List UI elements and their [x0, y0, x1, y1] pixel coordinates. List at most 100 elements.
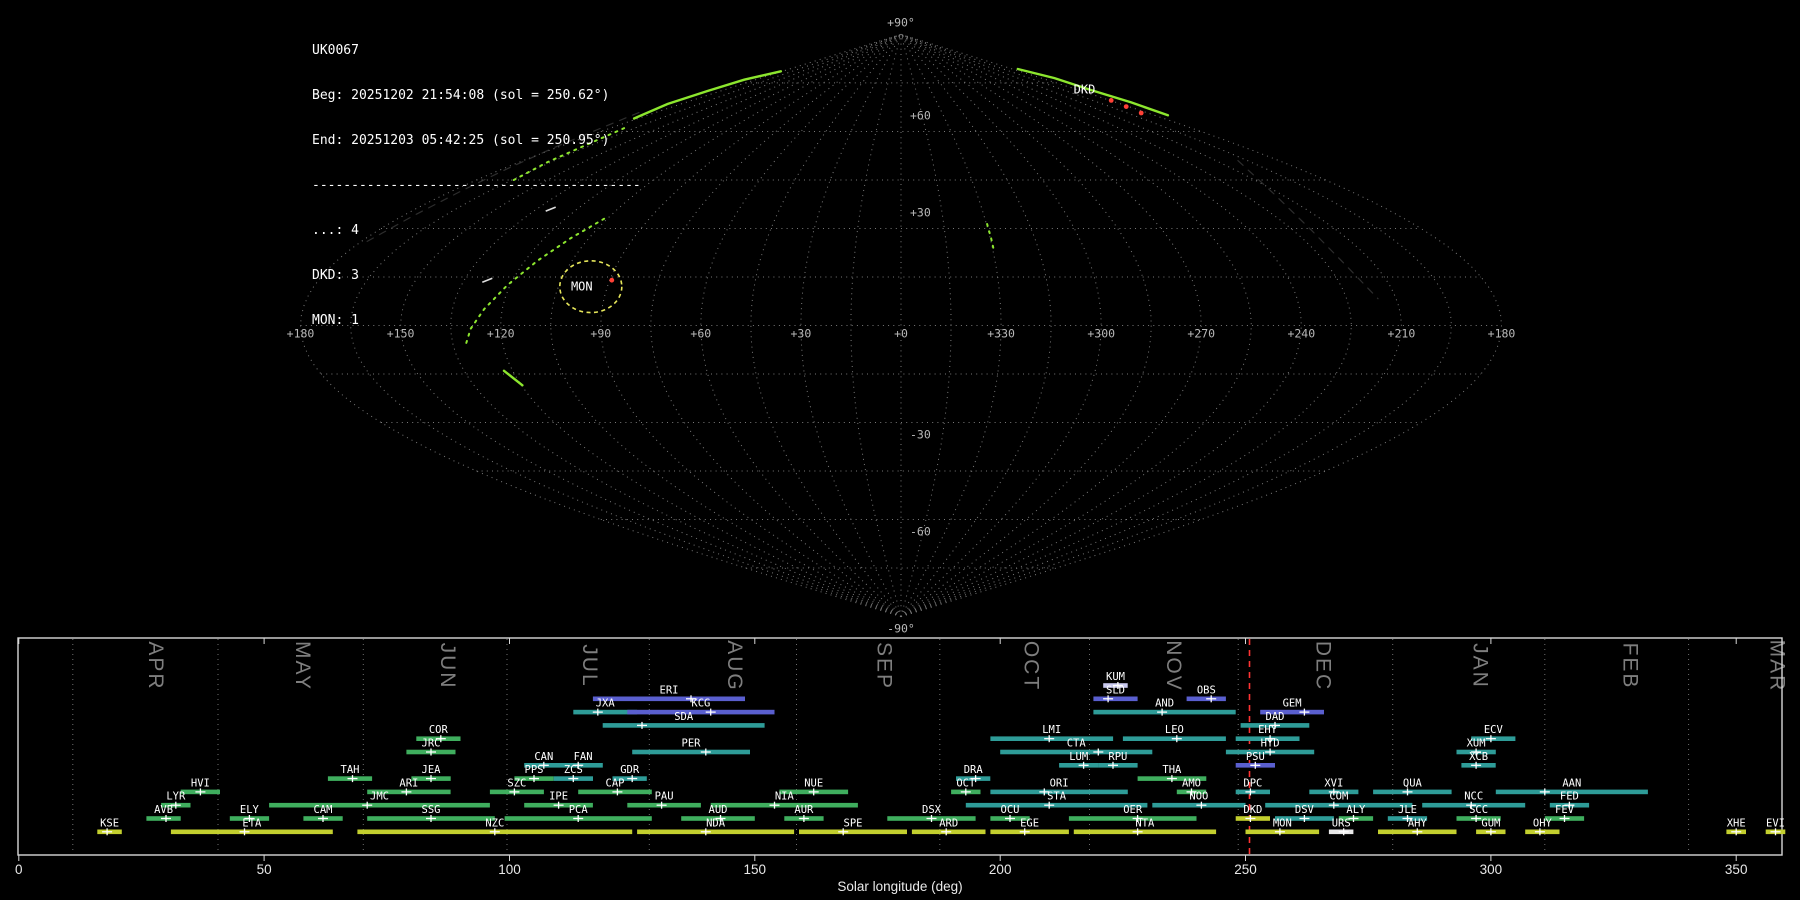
lon-label: +180 [1488, 327, 1516, 341]
shower-label: AUR [794, 804, 814, 816]
shower-lmi: LMI [990, 724, 1114, 743]
shower-leo: LEO [1122, 724, 1226, 743]
activity-timeline: APR MAY JUN JUL AUG SEP OCT NOV DEC JAN FEB MAR 0 50 1… [15, 637, 1789, 894]
shower-label: XUM [1467, 738, 1486, 750]
x-tick-label: 0 [15, 862, 23, 877]
trail-w-solid-short [502, 369, 524, 387]
app-window: +90° -90° +180 +150 +120 +90 +60 +30 +0 +330 +300 +… [0, 0, 1800, 900]
shower-label: CAP [606, 777, 625, 789]
shower-label: OCT [956, 777, 976, 789]
month-label: JUN [436, 643, 459, 690]
shower-label: IPE [549, 791, 568, 803]
month-label: DEC [1312, 641, 1335, 691]
shower-bar [1093, 696, 1138, 702]
shower-bar [637, 829, 795, 835]
shower-label: THA [1162, 764, 1182, 776]
shower-label: LYR [166, 791, 186, 803]
shower-label: AUD [709, 804, 728, 816]
timeline-border [17, 637, 1783, 856]
month-label: APR [144, 641, 167, 690]
shower-label: COM [1329, 791, 1348, 803]
x-tick-label: 350 [1725, 862, 1748, 877]
shower-label: NIA [775, 791, 795, 803]
trail-gray-e [1237, 160, 1379, 300]
shower-label: AND [1155, 698, 1174, 710]
radiant-label-dkd: DKD [1074, 83, 1096, 97]
shower-label: GUM [1481, 817, 1500, 829]
shower-label: MON [1273, 817, 1292, 829]
shower-label: XHE [1727, 817, 1746, 829]
shower-label: ECV [1484, 724, 1504, 736]
shower-dpc: DPC [1235, 777, 1270, 796]
shower-label: LEO [1165, 724, 1184, 736]
shower-bar [632, 749, 750, 755]
x-tick-label: 250 [1234, 862, 1257, 877]
shower-label: NTA [1135, 817, 1155, 829]
shower-kse: KSE [97, 817, 122, 836]
shower-label: EHY [1258, 724, 1278, 736]
lat-label: +30 [910, 206, 931, 220]
shower-hvi: HVI [180, 777, 220, 796]
meteor-marker [1138, 110, 1144, 116]
shower-label: PPS [525, 764, 544, 776]
lon-label: +210 [1388, 327, 1416, 341]
shower-label: SPE [844, 817, 863, 829]
shower-label: URS [1332, 817, 1351, 829]
shower-label: PSU [1246, 751, 1265, 763]
shower-label: NOO [1189, 791, 1208, 803]
shower-label: ARI [399, 777, 418, 789]
shower-label: DAD [1266, 711, 1285, 723]
lat-label: -60 [910, 525, 931, 539]
shower-label: EGE [1020, 817, 1039, 829]
shower-label: ALY [1346, 804, 1366, 816]
shower-tah: TAH [327, 764, 373, 783]
plot-canvas: +90°-90°+180 +150 +120 +90 +60 +30 +0 +330 +300 +… [15, 15, 1789, 894]
shower-label: FED [1560, 791, 1579, 803]
meteor-marker [1123, 104, 1129, 109]
session-end: End: 20251203 05:42:25 (sol = 250.95°) [312, 133, 610, 148]
shower-label: CAN [534, 751, 553, 763]
shower-label: DKD [1243, 804, 1262, 816]
shower-label: XCB [1469, 751, 1488, 763]
shower-bar [627, 709, 775, 715]
shower-label: ELY [240, 804, 260, 816]
trail-nw-solid [632, 70, 783, 120]
shower-label: FAN [574, 751, 593, 763]
shower-label: KCG [691, 698, 710, 710]
shower-jmc: JMC [269, 791, 490, 809]
shower-bar [592, 696, 745, 702]
shower-obs: OBS [1186, 684, 1226, 703]
lon-label: +270 [1187, 327, 1215, 341]
shower-label: JRC [422, 738, 441, 750]
shower-gum: GUM [1476, 817, 1506, 836]
shower-label: JEA [422, 764, 442, 776]
shower-label: DPC [1243, 777, 1262, 789]
shower-label: CTA [1067, 738, 1087, 750]
lat-label: +60 [910, 109, 931, 123]
separator-line: ----------------------------------------… [312, 178, 641, 193]
x-tick-label: 300 [1480, 862, 1503, 877]
shower-label: KSE [100, 817, 119, 829]
shower-label: NZC [485, 817, 504, 829]
shower-label: STA [1047, 791, 1067, 803]
shower-urs: URS [1328, 817, 1354, 836]
month-label: MAR [1766, 640, 1789, 693]
month-label: AUG [723, 640, 746, 692]
station-id: UK0067 [312, 43, 359, 58]
x-tick-label: 50 [257, 862, 272, 877]
lon-label: +180 [287, 327, 315, 341]
shower-label: RPU [1108, 751, 1127, 763]
shower-label: OCU [1001, 804, 1020, 816]
shower-label: NUE [804, 777, 823, 789]
shower-label: AMO [1182, 777, 1201, 789]
shower-eri: ERI [592, 684, 745, 703]
shower-label: NCC [1464, 791, 1483, 803]
shower-label: XVI [1324, 777, 1343, 789]
month-label: JAN [1469, 643, 1492, 689]
shower-label: EVI [1766, 817, 1785, 829]
shower-label: AHY [1408, 817, 1428, 829]
shower-bar [602, 723, 765, 728]
session-info: UK0067 Beg: 20251202 21:54:08 (sol = 250… [312, 13, 641, 358]
shower-label: GEM [1283, 698, 1302, 710]
shower-label: OER [1123, 804, 1143, 816]
